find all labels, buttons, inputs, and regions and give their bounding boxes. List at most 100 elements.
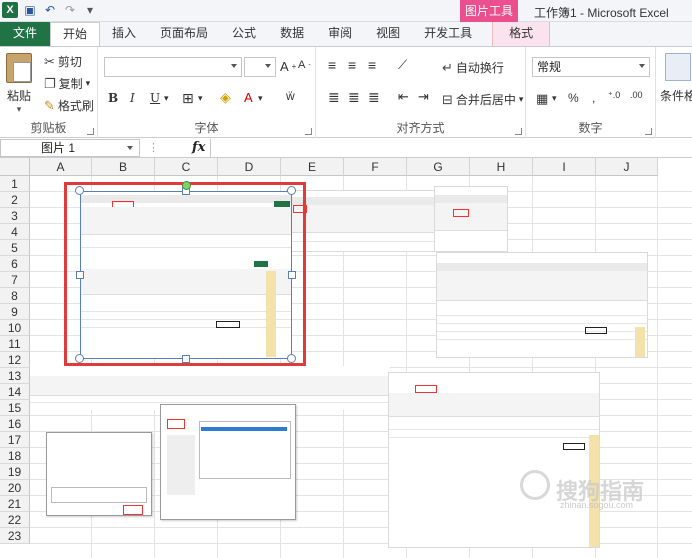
resize-handle-left[interactable] <box>76 271 84 279</box>
row-header[interactable]: 4 <box>0 224 30 240</box>
fill-color-icon[interactable]: ◈ <box>220 89 231 106</box>
cut-button[interactable]: ✂ 剪切 <box>44 53 82 70</box>
align-bottom-icon[interactable]: ≡ <box>368 57 376 73</box>
format-painter-button[interactable]: ✎ 格式刷 <box>44 97 94 114</box>
tab-review[interactable]: 审阅 <box>316 22 364 46</box>
tab-insert[interactable]: 插入 <box>100 22 148 46</box>
column-header[interactable]: A <box>30 158 92 176</box>
alignment-launcher-icon[interactable] <box>515 128 522 135</box>
resize-handle-top-left[interactable] <box>75 186 84 195</box>
column-header[interactable]: F <box>344 158 407 176</box>
row-header[interactable]: 21 <box>0 496 30 512</box>
column-header[interactable]: B <box>92 158 155 176</box>
formula-input[interactable] <box>210 139 692 157</box>
resize-handle-right[interactable] <box>288 271 296 279</box>
redo-icon[interactable]: ↷ <box>62 2 78 18</box>
underline-dropdown-icon[interactable]: ▾ <box>164 93 169 104</box>
resize-handle-top-right[interactable] <box>287 186 296 195</box>
row-header[interactable]: 23 <box>0 528 30 544</box>
italic-button[interactable]: I <box>130 91 135 105</box>
column-header[interactable]: I <box>533 158 596 176</box>
row-header[interactable]: 1 <box>0 176 30 192</box>
row-header[interactable]: 3 <box>0 208 30 224</box>
row-header[interactable]: 14 <box>0 384 30 400</box>
pasted-screenshot-2[interactable] <box>286 190 446 252</box>
resize-handle-bottom-left[interactable] <box>75 354 84 363</box>
align-center-icon[interactable]: ≣ <box>348 89 360 106</box>
column-header[interactable]: G <box>407 158 470 176</box>
paste-button[interactable]: 粘贴 ▾ <box>6 53 32 115</box>
customize-qat-icon[interactable]: ▾ <box>82 2 98 18</box>
row-header[interactable]: 17 <box>0 432 30 448</box>
row-header[interactable]: 13 <box>0 368 30 384</box>
align-left-icon[interactable]: ≣ <box>328 89 340 106</box>
font-name-combo[interactable] <box>104 57 242 77</box>
pasted-screenshot-4[interactable] <box>436 252 648 358</box>
tab-file[interactable]: 文件 <box>0 22 50 46</box>
select-all-corner[interactable] <box>0 158 30 176</box>
increase-indent-icon[interactable]: ⇥ <box>418 89 429 105</box>
tab-formulas[interactable]: 公式 <box>220 22 268 46</box>
merge-center-button[interactable]: ⊟ 合并后居中 ▾ <box>442 91 523 108</box>
row-header[interactable]: 10 <box>0 320 30 336</box>
row-header[interactable]: 9 <box>0 304 30 320</box>
shrink-font-icon[interactable]: A- <box>298 59 311 71</box>
copy-button[interactable]: ❐ 复制 ▾ <box>44 75 90 92</box>
column-header[interactable]: J <box>596 158 658 176</box>
percent-button[interactable]: % <box>568 91 579 105</box>
row-header[interactable]: 16 <box>0 416 30 432</box>
column-header[interactable]: E <box>281 158 344 176</box>
tab-home[interactable]: 开始 <box>50 22 101 46</box>
row-header[interactable]: 20 <box>0 480 30 496</box>
formula-bar-splitter-icon[interactable]: ⋮ <box>148 141 159 154</box>
row-header[interactable]: 19 <box>0 464 30 480</box>
save-icon[interactable]: ▣ <box>22 2 38 18</box>
font-launcher-icon[interactable] <box>305 128 312 135</box>
row-header[interactable]: 22 <box>0 512 30 528</box>
rotation-handle[interactable] <box>182 181 191 190</box>
tab-data[interactable]: 数据 <box>268 22 316 46</box>
decrease-decimal-icon[interactable]: .00 <box>630 90 643 100</box>
number-launcher-icon[interactable] <box>645 128 652 135</box>
name-box[interactable]: 图片 1 <box>0 139 140 157</box>
column-header[interactable]: C <box>155 158 218 176</box>
tab-view[interactable]: 视图 <box>364 22 412 46</box>
font-color-dropdown-icon[interactable]: ▾ <box>258 93 263 104</box>
orientation-icon[interactable]: ⟋ <box>398 57 407 73</box>
clipboard-launcher-icon[interactable] <box>87 128 94 135</box>
comma-button[interactable]: , <box>592 91 595 105</box>
align-top-icon[interactable]: ≡ <box>328 57 336 73</box>
increase-decimal-icon[interactable]: ⁺.0 <box>608 90 620 101</box>
row-header[interactable]: 18 <box>0 448 30 464</box>
align-right-icon[interactable]: ≣ <box>368 89 380 106</box>
row-header[interactable]: 6 <box>0 256 30 272</box>
font-size-combo[interactable] <box>244 57 276 77</box>
row-header[interactable]: 11 <box>0 336 30 352</box>
row-header[interactable]: 2 <box>0 192 30 208</box>
row-header[interactable]: 5 <box>0 240 30 256</box>
currency-icon[interactable]: ▦ <box>536 91 548 107</box>
undo-icon[interactable]: ↶ <box>42 2 58 18</box>
decrease-indent-icon[interactable]: ⇤ <box>398 89 409 105</box>
row-header[interactable]: 12 <box>0 352 30 368</box>
pasted-dialog-2[interactable] <box>160 404 296 520</box>
pasted-dialog-1[interactable] <box>46 432 152 516</box>
currency-dropdown-icon[interactable]: ▾ <box>552 93 557 104</box>
insert-function-icon[interactable]: fx <box>192 140 205 155</box>
row-header[interactable]: 15 <box>0 400 30 416</box>
column-header[interactable]: H <box>470 158 533 176</box>
resize-handle-bottom-right[interactable] <box>287 354 296 363</box>
number-format-combo[interactable]: 常规 <box>532 57 650 77</box>
pasted-screenshot-3[interactable] <box>434 186 508 252</box>
pasted-screenshot-6[interactable] <box>388 372 600 548</box>
resize-handle-bottom[interactable] <box>182 355 190 363</box>
wrap-text-button[interactable]: ↵ 自动换行 <box>442 59 504 76</box>
tab-format[interactable]: 格式 <box>492 22 551 46</box>
phonetic-icon[interactable]: ẅ <box>286 89 295 103</box>
tab-developer[interactable]: 开发工具 <box>412 22 484 46</box>
column-header[interactable]: D <box>218 158 281 176</box>
borders-dropdown-icon[interactable]: ▾ <box>198 93 203 104</box>
bold-button[interactable]: B <box>108 91 118 105</box>
tab-page-layout[interactable]: 页面布局 <box>148 22 220 46</box>
underline-button[interactable]: U <box>150 91 160 105</box>
